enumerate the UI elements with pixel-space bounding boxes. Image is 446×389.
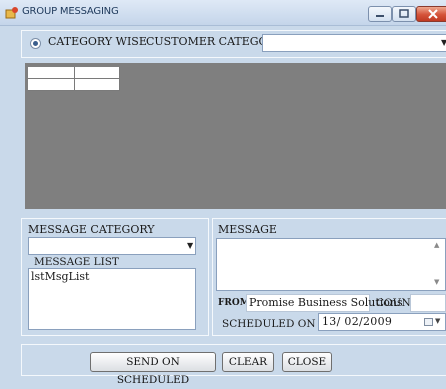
message-category-select[interactable]: ▼ <box>28 237 196 255</box>
radio-selected-dot <box>33 41 38 46</box>
grid-header-cell[interactable] <box>28 67 75 79</box>
chevron-down-icon[interactable]: ▼ <box>435 317 440 325</box>
maximize-icon <box>399 9 409 18</box>
grid-cell[interactable] <box>75 79 120 91</box>
customer-category-select[interactable]: ▼ <box>262 34 446 52</box>
minimize-button[interactable] <box>368 6 392 22</box>
maximize-button[interactable] <box>392 6 416 22</box>
scheduled-on-label: SCHEDULED ON <box>222 318 316 330</box>
grid-cell[interactable] <box>28 79 75 91</box>
close-button[interactable]: CLOSE <box>282 352 332 372</box>
window-title: GROUP MESSAGING <box>22 6 119 17</box>
chevron-down-icon: ▼ <box>441 38 446 47</box>
scroll-up-icon[interactable]: ▲ <box>434 241 439 249</box>
from-label: FROM <box>218 298 250 308</box>
minimize-icon <box>376 15 384 17</box>
chevron-down-icon: ▼ <box>187 241 194 250</box>
scheduled-date-value: 13/ 02/2009 <box>322 315 393 328</box>
grid-header-cell[interactable] <box>75 67 120 79</box>
app-icon <box>5 7 18 19</box>
send-on-scheduled-button[interactable]: SEND ON SCHEDULED <box>90 352 216 386</box>
list-item[interactable]: lstMsgList <box>31 270 89 283</box>
clear-button[interactable]: CLEAR <box>222 352 274 372</box>
window-close-button[interactable] <box>416 6 446 22</box>
category-wise-label[interactable]: CATEGORY WISE <box>48 35 147 48</box>
calendar-icon[interactable] <box>424 318 433 326</box>
message-list-label: MESSAGE LIST <box>34 256 119 268</box>
message-textarea[interactable] <box>216 238 446 291</box>
message-category-label: MESSAGE CATEGORY <box>28 223 155 236</box>
close-icon <box>428 9 438 19</box>
count-field[interactable] <box>410 294 446 312</box>
customer-grid[interactable] <box>25 63 446 209</box>
message-label: MESSAGE <box>218 223 277 236</box>
scroll-down-icon[interactable]: ▼ <box>434 278 439 286</box>
